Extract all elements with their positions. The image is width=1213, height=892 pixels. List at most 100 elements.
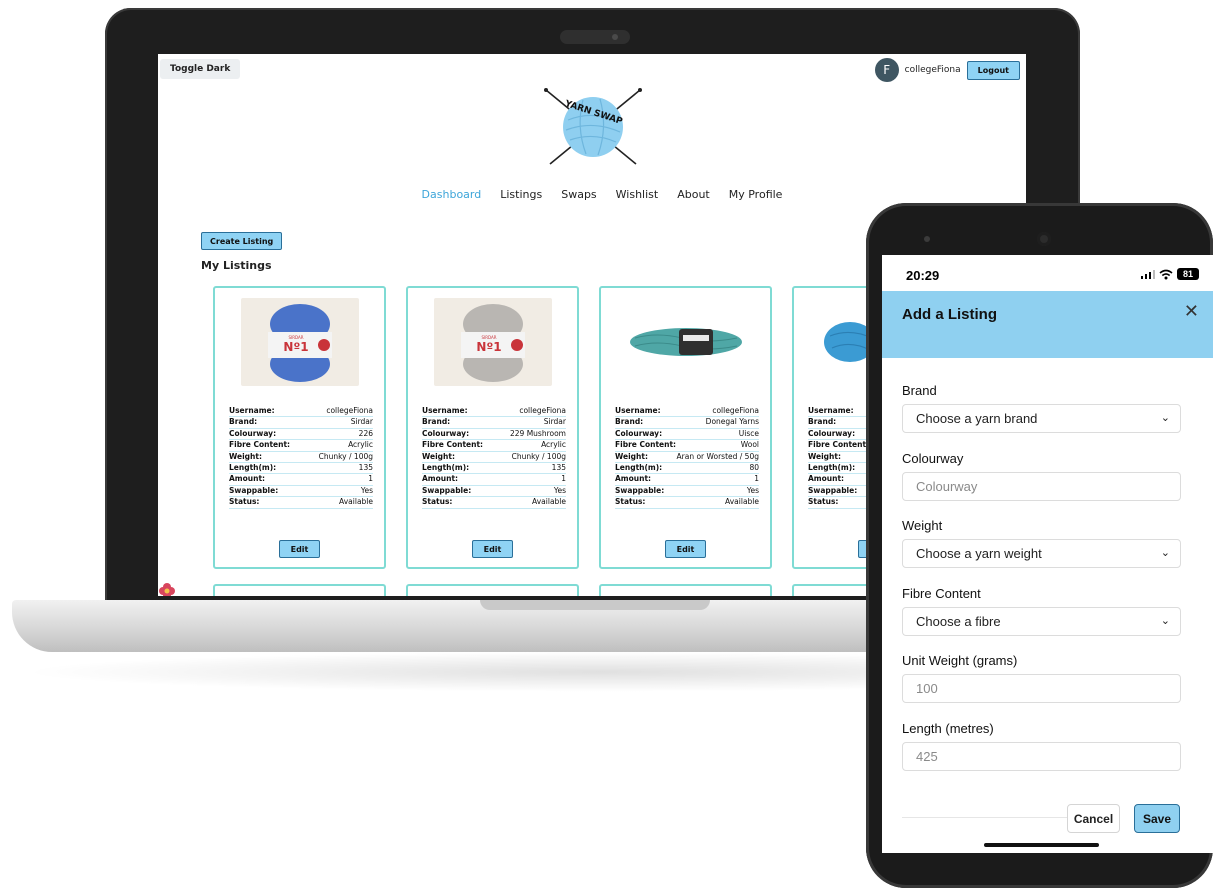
close-icon[interactable]: ✕ — [1184, 301, 1199, 322]
section-title: My Listings — [201, 259, 272, 272]
yarn-label-number: Nº1 — [283, 340, 308, 354]
listing-card: SIRDAR Nº1 Username: collegeFiona Brand: S… — [406, 286, 579, 569]
field-label: Brand: — [229, 416, 306, 429]
status-bar: 20:29 81 — [882, 255, 1213, 291]
listing-card — [406, 584, 579, 596]
nav-swaps[interactable]: Swaps — [561, 188, 596, 201]
field-value: 226 — [305, 428, 373, 441]
field-value: 1 — [305, 473, 373, 486]
edit-button[interactable]: Edit — [279, 540, 320, 558]
yarn-image — [627, 298, 745, 386]
listing-card — [213, 584, 386, 596]
field-label: Amount: — [229, 473, 306, 486]
edit-button[interactable]: Edit — [665, 540, 706, 558]
unit-weight-placeholder: 100 — [916, 681, 938, 696]
yarn-image: SIRDAR Nº1 — [434, 298, 552, 386]
field-value: 229 Mushroom — [497, 428, 566, 441]
field-label: Length(m): — [422, 462, 498, 475]
field-value: Wool — [676, 439, 759, 452]
nav-my-profile[interactable]: My Profile — [729, 188, 783, 201]
length-input[interactable]: 425 — [902, 742, 1181, 771]
battery-icon: 81 — [1177, 268, 1199, 280]
nav-listings[interactable]: Listings — [500, 188, 542, 201]
home-indicator[interactable] — [984, 843, 1099, 847]
logout-button[interactable]: Logout — [966, 60, 1020, 80]
field-label: Amount: — [422, 473, 498, 486]
field-value: collegeFiona — [676, 406, 759, 418]
field-value: Available — [305, 496, 373, 509]
field-label: Weight: — [615, 451, 677, 464]
brand-select[interactable]: Choose a yarn brand ⌄ — [902, 404, 1181, 433]
phone-sensor — [924, 236, 930, 242]
listing-details: Username: collegeFiona Brand: Donegal Yarn… — [615, 406, 759, 509]
save-button[interactable]: Save — [1134, 804, 1180, 833]
nav-wishlist[interactable]: Wishlist — [616, 188, 659, 201]
field-value: 80 — [676, 462, 759, 475]
brand-select-value: Choose a yarn brand — [916, 411, 1038, 426]
listing-details: Username: collegeFiona Brand: Sirdar Colou… — [229, 406, 373, 509]
edit-button[interactable]: Edit — [472, 540, 513, 558]
modal-divider — [902, 817, 1067, 818]
field-value: Available — [676, 496, 759, 509]
colourway-placeholder: Colourway — [916, 479, 978, 494]
field-label: Amount: — [615, 473, 677, 486]
field-label: Length(m): — [229, 462, 306, 475]
chevron-down-icon: ⌄ — [1160, 412, 1170, 424]
phone-camera — [1037, 232, 1051, 246]
main-nav: Dashboard Listings Swaps Wishlist About … — [158, 188, 1026, 201]
modal-header: Add a Listing ✕ — [882, 291, 1213, 358]
chevron-down-icon: ⌄ — [1160, 547, 1170, 559]
field-value: 1 — [497, 473, 566, 486]
phone-screen: 20:29 81 Add a Listing ✕ Brand Choose a … — [882, 255, 1213, 853]
fibre-select-value: Choose a fibre — [916, 614, 1001, 629]
field-label: Swappable: — [615, 485, 677, 498]
field-value: Yes — [497, 485, 566, 498]
field-value: 1 — [676, 473, 759, 486]
wifi-icon — [1159, 269, 1173, 279]
brand-label: Brand — [902, 383, 937, 398]
field-value: Available — [497, 496, 566, 509]
cancel-button[interactable]: Cancel — [1067, 804, 1120, 833]
fibre-label: Fibre Content — [902, 586, 981, 601]
nav-about[interactable]: About — [677, 188, 710, 201]
field-label: Brand: — [615, 416, 677, 429]
listing-details: Username: collegeFiona Brand: Sirdar Colou… — [422, 406, 566, 509]
yarn-image: SIRDAR Nº1 — [241, 298, 359, 386]
field-value: Aran or Worsted / 50g — [676, 451, 759, 464]
weight-select-value: Choose a yarn weight — [916, 546, 1042, 561]
colourway-label: Colourway — [902, 451, 964, 466]
avatar[interactable]: F — [874, 58, 899, 82]
create-listing-button[interactable]: Create Listing — [201, 232, 283, 250]
unit-weight-label: Unit Weight (grams) — [902, 653, 1018, 668]
field-label: Fibre Content: — [422, 439, 498, 452]
field-value: Yes — [305, 485, 373, 498]
field-value: Uisce — [676, 428, 759, 441]
status-icons: 81 — [1140, 268, 1199, 280]
yarn-label-number: Nº1 — [476, 340, 501, 354]
signal-icon — [1140, 269, 1155, 279]
fibre-select[interactable]: Choose a fibre ⌄ — [902, 607, 1181, 636]
toggle-dark-button[interactable]: Toggle Dark — [160, 59, 241, 79]
field-label: Swappable: — [422, 485, 498, 498]
field-label: Colourway: — [615, 428, 677, 441]
field-label: Colourway: — [422, 428, 498, 441]
field-value: Chunky / 100g — [305, 451, 373, 464]
yarn-swap-logo[interactable]: YARN SWAP — [538, 82, 648, 170]
field-label: Weight: — [422, 451, 498, 464]
nav-dashboard[interactable]: Dashboard — [422, 188, 482, 201]
length-placeholder: 425 — [916, 749, 938, 764]
field-value: collegeFiona — [497, 406, 566, 418]
field-value: Yes — [676, 485, 759, 498]
field-value: 135 — [305, 462, 373, 475]
colourway-input[interactable]: Colourway — [902, 472, 1181, 501]
field-value: collegeFiona — [305, 406, 373, 418]
field-label: Colourway: — [229, 428, 306, 441]
status-time: 20:29 — [906, 268, 940, 283]
laptop-camera — [560, 30, 630, 44]
field-label: Weight: — [229, 451, 306, 464]
field-label: Brand: — [422, 416, 498, 429]
listing-card: Username: collegeFiona Brand: Donegal Yarn… — [599, 286, 772, 569]
length-label: Length (metres) — [902, 721, 994, 736]
unit-weight-input[interactable]: 100 — [902, 674, 1181, 703]
weight-select[interactable]: Choose a yarn weight ⌄ — [902, 539, 1181, 568]
